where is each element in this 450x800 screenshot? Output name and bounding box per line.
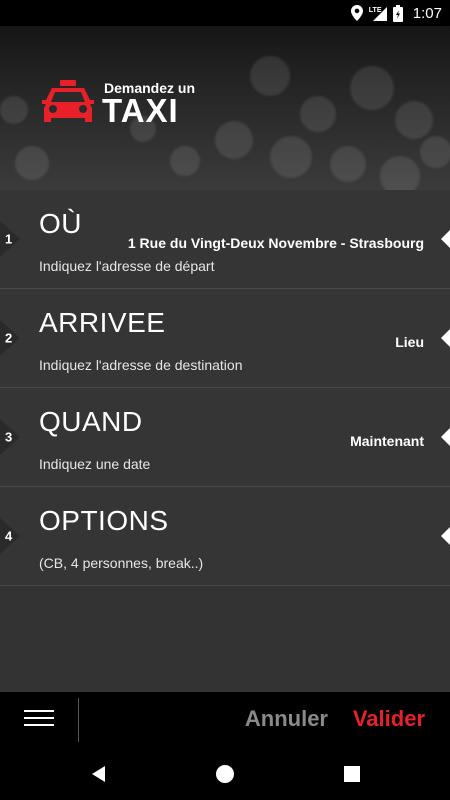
- step-subtitle: Indiquez l'adresse de destination: [39, 357, 243, 373]
- cancel-button[interactable]: Annuler: [245, 706, 328, 732]
- booking-steps-list: 1 OÙ Indiquez l'adresse de départ 1 Rue …: [0, 190, 450, 692]
- validate-button[interactable]: Valider: [353, 706, 425, 732]
- hamburger-icon[interactable]: [24, 705, 54, 735]
- chevron-left-icon: [441, 527, 450, 545]
- status-bar: LTE 1:07: [0, 0, 450, 26]
- step-number: 2: [5, 330, 13, 346]
- system-nav-bar: [0, 748, 450, 800]
- step-subtitle: Indiquez une date: [39, 456, 151, 472]
- divider: [78, 698, 79, 742]
- step-title: QUAND: [39, 406, 143, 437]
- step-title: OPTIONS: [39, 505, 169, 536]
- signal-icon: LTE: [369, 5, 387, 21]
- recents-square-icon[interactable]: [340, 762, 364, 786]
- chevron-left-icon: [441, 230, 450, 248]
- step-subtitle: (CB, 4 personnes, break..): [39, 555, 204, 571]
- chevron-left-icon: [441, 428, 450, 446]
- step-row-when[interactable]: 3 QUAND Indiquez une date Maintenant: [0, 388, 450, 487]
- chevron-left-icon: [441, 329, 450, 347]
- taxi-car-icon: [42, 80, 94, 122]
- step-subtitle: Indiquez l'adresse de départ: [39, 258, 215, 274]
- step-number: 1: [5, 231, 13, 247]
- back-triangle-icon[interactable]: [87, 762, 111, 786]
- action-bar: Annuler Valider: [0, 692, 450, 748]
- step-title: ARRIVEE: [39, 307, 166, 338]
- step-row-origin[interactable]: 1 OÙ Indiquez l'adresse de départ 1 Rue …: [0, 190, 450, 289]
- status-icons: LTE 1:07: [350, 0, 442, 26]
- step-value: 1 Rue du Vingt-Deux Novembre - Strasbour…: [127, 235, 424, 251]
- taxi-logo: [40, 78, 96, 126]
- step-value: Maintenant: [350, 433, 424, 449]
- header-banner: Demandez un TAXI: [0, 26, 450, 190]
- step-number: 4: [5, 528, 13, 544]
- status-time: 1:07: [412, 4, 442, 22]
- location-icon: [350, 5, 363, 21]
- battery-icon: [392, 4, 403, 22]
- step-title: OÙ: [39, 208, 82, 239]
- step-row-destination[interactable]: 2 ARRIVEE Indiquez l'adresse de destinat…: [0, 289, 450, 388]
- step-row-options[interactable]: 4 OPTIONS (CB, 4 personnes, break..): [0, 487, 450, 586]
- brand-title: TAXI: [102, 92, 179, 129]
- step-value: Lieu: [395, 334, 424, 350]
- network-type-label: LTE: [368, 7, 382, 14]
- step-number: 3: [5, 429, 13, 445]
- home-circle-icon[interactable]: [213, 762, 237, 786]
